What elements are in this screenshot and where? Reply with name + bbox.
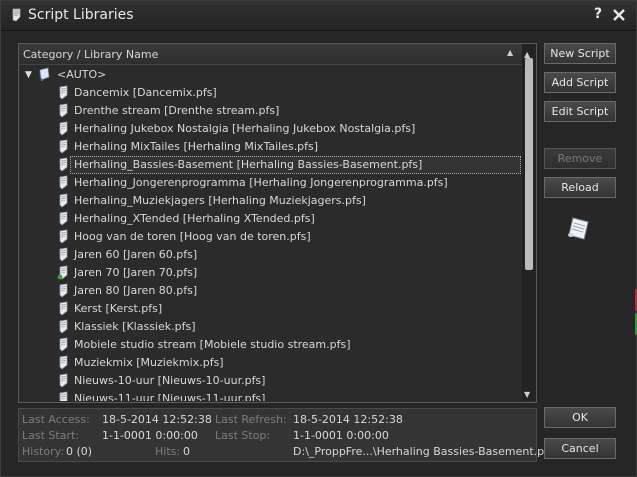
scroll-down-arrow-icon[interactable]: ▼ — [524, 390, 530, 399]
last-stop-value: 1-1-0001 0:00:00 — [293, 429, 389, 442]
tree-item[interactable]: Jaren 80 [Jaren 80.pfs] — [19, 282, 522, 300]
sort-ascending-icon: ▲ — [507, 48, 514, 57]
close-button[interactable] — [611, 6, 627, 24]
library-tree[interactable]: ▼ <AUTO> Dancemix [Dancemix.pfs] Drenthe … — [19, 65, 522, 401]
edit-script-button[interactable]: Edit Script — [544, 101, 616, 122]
tree-item[interactable]: Klassiek [Klassiek.pfs] — [19, 318, 522, 336]
tree-item[interactable]: Kerst [Kerst.pfs] — [19, 300, 522, 318]
script-file-icon — [59, 355, 68, 370]
script-file-icon — [59, 103, 68, 118]
close-icon — [613, 9, 625, 21]
cancel-button[interactable]: Cancel — [544, 438, 616, 459]
tree-item-label: Dancemix [Dancemix.pfs] — [74, 86, 217, 99]
tree-column-header[interactable]: Category / Library Name ▲ — [19, 44, 536, 65]
collapse-arrow-icon[interactable]: ▼ — [25, 70, 32, 80]
history-label: History: — [22, 445, 65, 458]
tree-item-label: Nieuws-11-uur [Nieuws-11-uur.pfs] — [74, 392, 266, 401]
hits-value: 0 — [183, 445, 190, 458]
new-script-button[interactable]: New Script — [544, 43, 616, 64]
window-title: Script Libraries — [28, 7, 134, 23]
tree-item[interactable]: Jaren 60 [Jaren 60.pfs] — [19, 246, 522, 264]
script-file-icon — [59, 193, 68, 208]
library-path: D:\_ProppFre...\Herhaling Bassies-Baseme… — [293, 445, 554, 458]
last-refresh-label: Last Refresh: — [215, 413, 287, 426]
tree-item-label: Herhaling_XTended [Herhaling XTended.pfs… — [74, 212, 315, 225]
help-button[interactable]: ? — [591, 6, 605, 24]
script-title-icon — [12, 8, 21, 22]
script-file-icon — [59, 175, 68, 190]
history-value: 0 (0) — [66, 445, 93, 458]
tree-item[interactable]: Herhaling_Jongerenprogramma [Herhaling J… — [19, 174, 522, 192]
script-file-icon — [59, 211, 68, 226]
tree-header-label: Category / Library Name — [23, 48, 159, 61]
script-file-icon — [59, 283, 68, 298]
script-file-icon — [59, 301, 68, 316]
ok-button[interactable]: OK — [544, 407, 616, 428]
script-file-icon — [59, 319, 68, 334]
tree-item-label: Nieuws-10-uur [Nieuws-10-uur.pfs] — [74, 374, 266, 387]
tree-item[interactable]: Muziekmix [Muziekmix.pfs] — [19, 354, 522, 372]
last-refresh-value: 18-5-2014 12:52:38 — [293, 413, 403, 426]
script-file-icon — [57, 265, 68, 280]
library-tree-panel: Category / Library Name ▲ ▼ <AUTO> Dance… — [18, 43, 537, 403]
tree-item-label: Kerst [Kerst.pfs] — [74, 302, 163, 315]
tree-item[interactable]: Dancemix [Dancemix.pfs] — [19, 84, 522, 102]
script-file-icon — [59, 373, 68, 388]
script-file-icon — [59, 157, 68, 172]
tree-item-label: Herhaling_Jongerenprogramma [Herhaling J… — [74, 176, 448, 189]
tree-item[interactable]: Herhaling MixTailes [Herhaling MixTailes… — [19, 138, 522, 156]
tree-item-label: Jaren 60 [Jaren 60.pfs] — [74, 248, 198, 261]
tree-item-label: Herhaling_Bassies-Basement [Herhaling Ba… — [74, 158, 423, 171]
tree-item[interactable]: Herhaling_Muziekjagers [Herhaling Muziek… — [19, 192, 522, 210]
tree-item[interactable]: Herhaling Jukebox Nostalgia [Herhaling J… — [19, 120, 522, 138]
tree-item[interactable]: Jaren 70 [Jaren 70.pfs] — [19, 264, 522, 282]
last-start-value: 1-1-0001 0:00:00 — [102, 429, 198, 442]
tree-item-label: Klassiek [Klassiek.pfs] — [74, 320, 196, 333]
script-file-icon — [59, 391, 68, 401]
script-file-icon — [59, 121, 68, 136]
tree-item[interactable]: Nieuws-11-uur [Nieuws-11-uur.pfs] — [19, 390, 522, 401]
script-file-icon — [59, 85, 68, 100]
title-bar[interactable]: Script Libraries ? — [1, 1, 636, 31]
tree-item-label: Mobiele studio stream [Mobiele studio st… — [74, 338, 351, 351]
scrollbar-thumb[interactable] — [525, 58, 533, 270]
script-category-icon — [39, 67, 50, 81]
tree-item[interactable]: Mobiele studio stream [Mobiele studio st… — [19, 336, 522, 354]
tree-item-label: Muziekmix [Muziekmix.pfs] — [74, 356, 224, 369]
last-stop-label: Last Stop: — [215, 429, 271, 442]
tree-item[interactable]: Herhaling_XTended [Herhaling XTended.pfs… — [19, 210, 522, 228]
script-file-icon — [59, 229, 68, 244]
tree-item-label: Hoog van de toren [Hoog van de toren.pfs… — [74, 230, 311, 243]
script-file-icon — [59, 337, 68, 352]
tree-root-label: <AUTO> — [57, 68, 107, 81]
tree-item-label: Herhaling_Muziekjagers [Herhaling Muziek… — [74, 194, 366, 207]
tree-item[interactable]: Nieuws-10-uur [Nieuws-10-uur.pfs] — [19, 372, 522, 390]
last-start-label: Last Start: — [22, 429, 79, 442]
tree-item[interactable]: Herhaling_Bassies-Basement [Herhaling Ba… — [19, 156, 522, 174]
last-access-label: Last Access: — [22, 413, 90, 426]
tree-item-label: Jaren 70 [Jaren 70.pfs] — [74, 266, 198, 279]
tree-item[interactable]: Drenthe stream [Drenthe stream.pfs] — [19, 102, 522, 120]
add-script-button[interactable]: Add Script — [544, 72, 616, 93]
tree-item[interactable]: Hoog van de toren [Hoog van de toren.pfs… — [19, 228, 522, 246]
script-file-icon — [59, 247, 68, 262]
hits-label: Hits: — [155, 445, 181, 458]
script-file-icon — [59, 139, 68, 154]
tree-item-label: Drenthe stream [Drenthe stream.pfs] — [74, 104, 280, 117]
tree-item-label: Herhaling Jukebox Nostalgia [Herhaling J… — [74, 122, 416, 135]
last-access-value: 18-5-2014 12:52:38 — [102, 413, 212, 426]
tree-item-label: Jaren 80 [Jaren 80.pfs] — [74, 284, 198, 297]
script-libraries-window: Script Libraries ? Category / Library Na… — [0, 0, 637, 477]
tree-root-auto[interactable]: ▼ <AUTO> — [19, 66, 522, 84]
library-info-panel: Last Access: 18-5-2014 12:52:38 Last Ref… — [18, 408, 554, 462]
reload-button[interactable]: Reload — [544, 177, 616, 198]
remove-button[interactable]: Remove — [544, 148, 616, 169]
tree-item-label: Herhaling MixTailes [Herhaling MixTailes… — [74, 140, 319, 153]
script-scroll-icon — [568, 217, 589, 240]
